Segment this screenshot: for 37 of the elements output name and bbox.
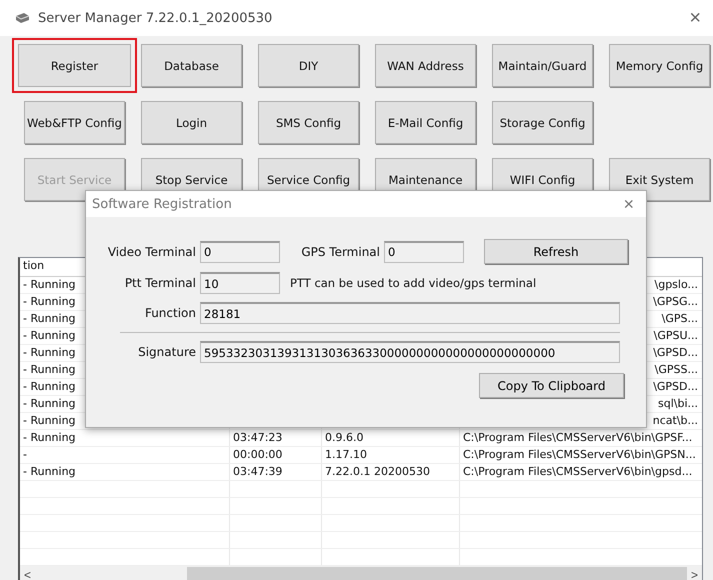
table-cell: ncat\b... [652,414,698,427]
table-cell: - Running [23,431,76,444]
table-cell: \GPSD... [653,346,698,359]
field-label: Ptt Terminal [124,276,196,290]
table-cell: sql\bi... [658,397,698,410]
table-cell: C:\Program Files\CMSServerV6\bin\GPSN... [463,448,696,461]
table-cell: \gpslo... [654,278,698,291]
table-cell: - Running [23,397,76,410]
table-cell: C:\Program Files\CMSServerV6\bin\GPSF... [463,431,692,444]
table-cell: - [23,448,27,461]
table-cell: \GPSU... [654,329,698,342]
field-label: Function [144,306,196,320]
table-cell: - Running [23,278,76,291]
field-label: GPS Terminal [300,244,380,258]
table-cell: - Running [23,329,76,342]
table-cell: - Running [23,346,76,359]
table-cell: C:\Program Files\CMSServerV6\bin\gpsd... [463,465,692,478]
table-cell: 1.17.10 [325,448,367,461]
table-cell: \GPSG... [653,295,698,308]
table-cell: - Running [23,380,76,393]
table-cell: 00:00:00 [233,448,282,461]
table-cell: - Running [23,295,76,308]
table-cell: 0.9.6.0 [325,431,364,444]
window-title: Server Manager 7.22.0.1_20200530 [38,10,274,26]
table-cell: - Running [23,363,76,376]
table-cell: \GPSD... [653,380,698,393]
table-cell: - Running [23,465,76,478]
field-label: Video Terminal [106,244,196,258]
table-cell: 03:47:23 [233,431,282,444]
hint-text: PTT can be used to add video/gps terminal [290,276,536,290]
table-cell: - Running [23,312,76,325]
table-cell: 7.22.0.1 20200530 [325,465,430,478]
table-cell: - Running [23,414,76,427]
table-cell: \GPS... [662,312,698,325]
table-cell: 03:47:39 [233,465,282,478]
table-cell: \GPSS... [654,363,698,376]
field-label: Signature [137,345,196,359]
